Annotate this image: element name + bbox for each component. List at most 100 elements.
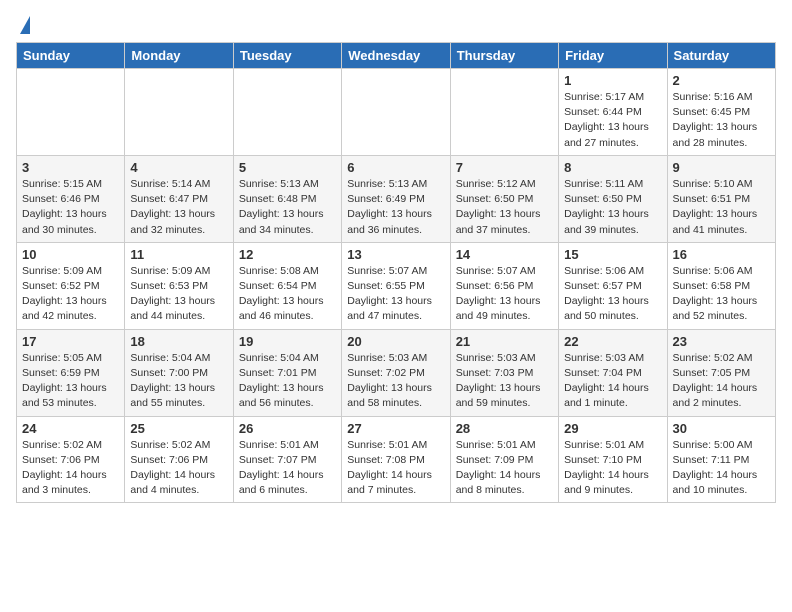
calendar-cell	[342, 69, 450, 156]
day-number: 11	[130, 247, 227, 262]
day-number: 19	[239, 334, 336, 349]
day-info: Sunrise: 5:08 AM Sunset: 6:54 PM Dayligh…	[239, 264, 336, 325]
day-info: Sunrise: 5:14 AM Sunset: 6:47 PM Dayligh…	[130, 177, 227, 238]
day-number: 15	[564, 247, 661, 262]
day-info: Sunrise: 5:02 AM Sunset: 7:06 PM Dayligh…	[22, 438, 119, 499]
calendar-cell: 17 Sunrise: 5:05 AM Sunset: 6:59 PM Dayli…	[17, 329, 125, 416]
day-number: 1	[564, 73, 661, 88]
day-info: Sunrise: 5:01 AM Sunset: 7:10 PM Dayligh…	[564, 438, 661, 499]
calendar-header-saturday: Saturday	[667, 43, 775, 69]
calendar-cell: 27Sunrise: 5:01 AM Sunset: 7:08 PM Dayli…	[342, 416, 450, 503]
calendar-table: SundayMondayTuesdayWednesdayThursdayFrid…	[16, 42, 776, 503]
day-number: 17	[22, 334, 119, 349]
day-number: 5	[239, 160, 336, 175]
day-info: Sunrise: 5:05 AM Sunset: 6:59 PM Dayligh…	[22, 351, 119, 412]
calendar-cell: 5 Sunrise: 5:13 AM Sunset: 6:48 PM Daylig…	[233, 155, 341, 242]
day-info: Sunrise: 5:04 AM Sunset: 7:01 PM Dayligh…	[239, 351, 336, 412]
calendar-cell	[125, 69, 233, 156]
calendar-cell: 4 Sunrise: 5:14 AM Sunset: 6:47 PM Daylig…	[125, 155, 233, 242]
day-info: Sunrise: 5:09 AM Sunset: 6:53 PM Dayligh…	[130, 264, 227, 325]
day-number: 20	[347, 334, 444, 349]
calendar-cell	[233, 69, 341, 156]
day-number: 24	[22, 421, 119, 436]
calendar-cell: 20 Sunrise: 5:03 AM Sunset: 7:02 PM Dayli…	[342, 329, 450, 416]
calendar-cell	[17, 69, 125, 156]
day-info: Sunrise: 5:06 AM Sunset: 6:57 PM Dayligh…	[564, 264, 661, 325]
day-number: 4	[130, 160, 227, 175]
day-info: Sunrise: 5:17 AM Sunset: 6:44 PM Dayligh…	[564, 90, 661, 151]
day-info: Sunrise: 5:10 AM Sunset: 6:51 PM Dayligh…	[673, 177, 770, 238]
day-number: 9	[673, 160, 770, 175]
day-info: Sunrise: 5:04 AM Sunset: 7:00 PM Dayligh…	[130, 351, 227, 412]
day-number: 16	[673, 247, 770, 262]
logo	[16, 16, 30, 34]
calendar-cell: 24 Sunrise: 5:02 AM Sunset: 7:06 PM Dayli…	[17, 416, 125, 503]
day-number: 22	[564, 334, 661, 349]
calendar-cell: 28 Sunrise: 5:01 AM Sunset: 7:09 PM Dayli…	[450, 416, 558, 503]
calendar-cell: 16 Sunrise: 5:06 AM Sunset: 6:58 PM Dayli…	[667, 242, 775, 329]
calendar-cell: 15 Sunrise: 5:06 AM Sunset: 6:57 PM Dayli…	[559, 242, 667, 329]
calendar-cell: 11 Sunrise: 5:09 AM Sunset: 6:53 PM Dayli…	[125, 242, 233, 329]
calendar-cell: 18 Sunrise: 5:04 AM Sunset: 7:00 PM Dayli…	[125, 329, 233, 416]
calendar-cell: 19 Sunrise: 5:04 AM Sunset: 7:01 PM Dayli…	[233, 329, 341, 416]
day-info: Sunrise: 5:03 AM Sunset: 7:03 PM Dayligh…	[456, 351, 553, 412]
calendar-cell: 1 Sunrise: 5:17 AM Sunset: 6:44 PM Daylig…	[559, 69, 667, 156]
day-number: 14	[456, 247, 553, 262]
day-info: Sunrise: 5:02 AM Sunset: 7:06 PM Dayligh…	[130, 438, 227, 499]
calendar-cell: 13Sunrise: 5:07 AM Sunset: 6:55 PM Dayli…	[342, 242, 450, 329]
day-number: 8	[564, 160, 661, 175]
day-info: Sunrise: 5:12 AM Sunset: 6:50 PM Dayligh…	[456, 177, 553, 238]
calendar-cell: 7 Sunrise: 5:12 AM Sunset: 6:50 PM Daylig…	[450, 155, 558, 242]
day-info: Sunrise: 5:09 AM Sunset: 6:52 PM Dayligh…	[22, 264, 119, 325]
day-number: 27	[347, 421, 444, 436]
day-number: 21	[456, 334, 553, 349]
day-info: Sunrise: 5:16 AM Sunset: 6:45 PM Dayligh…	[673, 90, 770, 151]
calendar-header-tuesday: Tuesday	[233, 43, 341, 69]
logo-triangle-icon	[20, 16, 30, 34]
calendar-cell: 14 Sunrise: 5:07 AM Sunset: 6:56 PM Dayli…	[450, 242, 558, 329]
day-info: Sunrise: 5:13 AM Sunset: 6:49 PM Dayligh…	[347, 177, 444, 238]
calendar-header-wednesday: Wednesday	[342, 43, 450, 69]
day-number: 29	[564, 421, 661, 436]
day-info: Sunrise: 5:01 AM Sunset: 7:09 PM Dayligh…	[456, 438, 553, 499]
calendar-cell: 2 Sunrise: 5:16 AM Sunset: 6:45 PM Daylig…	[667, 69, 775, 156]
day-info: Sunrise: 5:01 AM Sunset: 7:07 PM Dayligh…	[239, 438, 336, 499]
day-number: 7	[456, 160, 553, 175]
calendar-cell: 10 Sunrise: 5:09 AM Sunset: 6:52 PM Dayli…	[17, 242, 125, 329]
calendar-header-friday: Friday	[559, 43, 667, 69]
day-number: 2	[673, 73, 770, 88]
day-number: 25	[130, 421, 227, 436]
calendar-cell: 23 Sunrise: 5:02 AM Sunset: 7:05 PM Dayli…	[667, 329, 775, 416]
calendar-header-monday: Monday	[125, 43, 233, 69]
calendar-cell: 3 Sunrise: 5:15 AM Sunset: 6:46 PM Daylig…	[17, 155, 125, 242]
day-number: 13	[347, 247, 444, 262]
day-number: 28	[456, 421, 553, 436]
calendar-cell: 26 Sunrise: 5:01 AM Sunset: 7:07 PM Dayli…	[233, 416, 341, 503]
day-info: Sunrise: 5:03 AM Sunset: 7:02 PM Dayligh…	[347, 351, 444, 412]
day-info: Sunrise: 5:13 AM Sunset: 6:48 PM Dayligh…	[239, 177, 336, 238]
day-number: 12	[239, 247, 336, 262]
day-info: Sunrise: 5:03 AM Sunset: 7:04 PM Dayligh…	[564, 351, 661, 412]
calendar-cell: 30 Sunrise: 5:00 AM Sunset: 7:11 PM Dayli…	[667, 416, 775, 503]
calendar-cell	[450, 69, 558, 156]
calendar-cell: 22 Sunrise: 5:03 AM Sunset: 7:04 PM Dayli…	[559, 329, 667, 416]
day-number: 30	[673, 421, 770, 436]
day-info: Sunrise: 5:00 AM Sunset: 7:11 PM Dayligh…	[673, 438, 770, 499]
calendar-cell: 6 Sunrise: 5:13 AM Sunset: 6:49 PM Daylig…	[342, 155, 450, 242]
day-number: 23	[673, 334, 770, 349]
day-info: Sunrise: 5:02 AM Sunset: 7:05 PM Dayligh…	[673, 351, 770, 412]
day-number: 6	[347, 160, 444, 175]
day-info: Sunrise: 5:15 AM Sunset: 6:46 PM Dayligh…	[22, 177, 119, 238]
day-info: Sunrise: 5:07 AM Sunset: 6:56 PM Dayligh…	[456, 264, 553, 325]
calendar-cell: 25 Sunrise: 5:02 AM Sunset: 7:06 PM Dayli…	[125, 416, 233, 503]
day-info: Sunrise: 5:06 AM Sunset: 6:58 PM Dayligh…	[673, 264, 770, 325]
calendar-cell: 8Sunrise: 5:11 AM Sunset: 6:50 PM Daylig…	[559, 155, 667, 242]
calendar-cell: 29 Sunrise: 5:01 AM Sunset: 7:10 PM Dayli…	[559, 416, 667, 503]
calendar-cell: 21 Sunrise: 5:03 AM Sunset: 7:03 PM Dayli…	[450, 329, 558, 416]
calendar-header-thursday: Thursday	[450, 43, 558, 69]
day-number: 10	[22, 247, 119, 262]
day-number: 18	[130, 334, 227, 349]
day-number: 26	[239, 421, 336, 436]
calendar-header-sunday: Sunday	[17, 43, 125, 69]
day-number: 3	[22, 160, 119, 175]
